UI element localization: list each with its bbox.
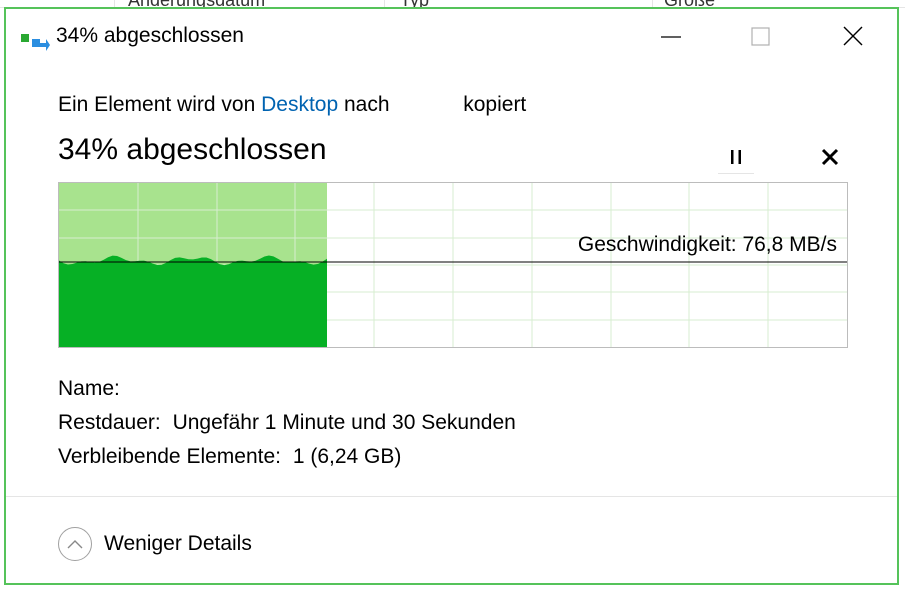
progress-title: 34% abgeschlossen [58,133,327,166]
title-bar[interactable]: 34% abgeschlossen [6,9,897,65]
remaining-time-value: Ungefähr 1 Minute und 30 Sekunden [172,411,516,434]
speed-label: Geschwindigkeit: 76,8 MB/s [577,233,837,256]
less-details-button[interactable]: Weniger Details [58,524,252,564]
maximize-button[interactable] [736,17,784,57]
close-window-button[interactable] [828,17,876,57]
chevron-up-icon [58,527,92,561]
copy-progress-dialog: 34% abgeschlossen Ein Element wird von D… [4,7,899,585]
pause-button[interactable] [718,141,754,174]
cancel-button[interactable] [812,141,848,173]
cancel-icon [821,148,839,166]
detail-name-row: Name: [58,372,516,406]
minimize-icon [661,36,681,38]
less-details-label: Weniger Details [104,532,252,555]
transfer-description: Ein Element wird von Desktop nach kopier… [58,93,526,117]
column-divider [652,0,653,7]
file-copy-icon [21,34,50,51]
remaining-items-label: Verbleibende Elemente: [58,445,281,468]
remaining-items-value: 1 (6,24 GB) [292,445,402,468]
details-section: Name: Restdauer: Ungefähr 1 Minute und 3… [58,372,516,474]
name-label: Name: [58,377,120,400]
detail-remaining-time-row: Restdauer: Ungefähr 1 Minute und 30 Seku… [58,406,516,440]
speed-graph: Geschwindigkeit: 76,8 MB/s [58,182,848,348]
speed-history-area [59,255,327,347]
column-divider [384,0,385,7]
remaining-time-label: Restdauer: [58,411,161,434]
maximize-icon [751,27,770,46]
footer-divider [6,496,897,497]
detail-remaining-items-row: Verbleibende Elemente: 1 (6,24 GB) [58,440,516,474]
transfer-prefix: Ein Element wird von [58,93,256,116]
column-divider [114,0,115,7]
transfer-suffix: kopiert [463,93,527,116]
transfer-middle: nach [344,93,390,116]
speed-graph-canvas [59,183,847,347]
pause-icon [731,150,741,164]
minimize-button[interactable] [646,17,694,57]
close-icon [843,26,863,46]
source-link[interactable]: Desktop [261,93,338,116]
window-title: 34% abgeschlossen [56,24,244,47]
